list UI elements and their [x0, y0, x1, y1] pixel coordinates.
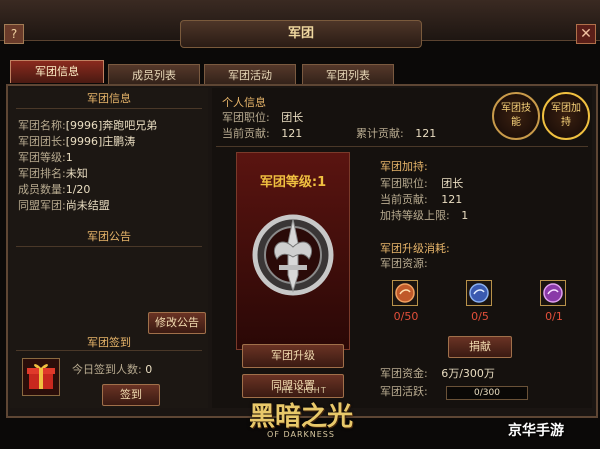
personal-position: 军团职位: 团长	[222, 110, 462, 126]
bless-contribution-value: 121	[441, 193, 463, 206]
orange-rune-icon	[395, 283, 415, 303]
legion-upgrade-button[interactable]: 军团升级	[242, 344, 344, 368]
title-plate: 军团	[180, 20, 422, 48]
bless-position: 军团职位: 团长	[380, 176, 580, 192]
field-label: 军团等级:	[18, 151, 66, 164]
field-label: 军团名称:	[18, 119, 66, 132]
logo-subtitle-top: THE LIGHT	[275, 386, 327, 395]
legion-bless-label: 军团加持	[551, 103, 581, 128]
legion-skill-label: 军团技能	[501, 103, 531, 128]
signin-count: 今日签到人数: 0	[72, 362, 202, 378]
legion-level-text: 军团等级:1	[259, 175, 327, 190]
resource-count-blue: 0/5	[471, 310, 489, 323]
game-logo: THE LIGHT 黑暗之光 OF DARKNESS	[226, 384, 376, 446]
field-value: 1/20	[65, 183, 91, 196]
legion-activity-label: 军团活跃:	[380, 384, 440, 400]
contribution-value: 121	[281, 127, 303, 140]
total-contribution-value: 121	[415, 127, 437, 140]
notice-heading: 军团公告	[87, 230, 131, 243]
resource-label-text: 军团资源:	[380, 257, 428, 270]
resource-slot-orange[interactable]	[392, 280, 418, 306]
contribution-label: 当前贡献:	[222, 127, 270, 140]
left-panel: 军团信息 军团名称:[9996]奔跑吧兄弟 军团团长:[9996]庄鹏涛 军团等…	[10, 88, 208, 408]
blue-rune-icon	[469, 283, 489, 303]
resource-label: 军团资源:	[380, 256, 580, 272]
info-heading: 军团信息	[87, 92, 131, 105]
window-title: 军团	[287, 26, 314, 41]
total-contribution-label: 累计贡献:	[356, 127, 404, 140]
upgrade-heading: 军团升级消耗:	[380, 242, 450, 255]
resource-slot-purple[interactable]	[540, 280, 566, 306]
legion-emblem-icon	[251, 213, 335, 297]
legion-skill-badge[interactable]: 军团技能	[492, 92, 540, 140]
field-value: [9996]奔跑吧兄弟	[65, 119, 158, 132]
resource-slot-blue[interactable]	[466, 280, 492, 306]
bless-position-label: 军团职位:	[380, 177, 428, 190]
bless-cap-label: 加持等级上限:	[380, 209, 450, 222]
field-alliance: 同盟军团:尚未结盟	[18, 198, 204, 214]
bless-cap-value: 1	[461, 209, 469, 222]
activity-progress-bar: 0/300	[446, 386, 528, 400]
activity-progress-text: 0/300	[474, 388, 500, 398]
personal-total-contribution: 累计贡献: 121	[356, 126, 466, 142]
position-value: 团长	[281, 111, 304, 124]
bless-contribution: 当前贡献: 121	[380, 192, 580, 208]
logo-title: 黑暗之光	[248, 402, 353, 432]
resource-count-orange: 0/50	[393, 310, 419, 323]
field-members: 成员数量:1/20	[18, 182, 204, 198]
close-button[interactable]: ✕	[576, 24, 596, 44]
field-value: 尚未结盟	[65, 199, 110, 212]
bless-cap: 加持等级上限: 1	[380, 208, 580, 224]
funds-value: 6万/300万	[441, 367, 495, 380]
personal-heading: 个人信息	[222, 96, 266, 109]
logo-subtitle-bottom: OF DARKNESS	[267, 430, 335, 439]
divider	[16, 350, 202, 351]
signin-button[interactable]: 签到	[102, 384, 160, 406]
field-label: 成员数量:	[18, 183, 66, 196]
edit-notice-button[interactable]: 修改公告	[148, 312, 206, 334]
field-leader: 军团团长:[9996]庄鹏涛	[18, 134, 204, 150]
field-value: 未知	[65, 167, 88, 180]
field-name: 军团名称:[9996]奔跑吧兄弟	[18, 118, 204, 134]
activity-label: 军团活跃:	[380, 385, 428, 398]
tab-legion-info[interactable]: 军团信息	[10, 60, 104, 83]
position-label: 军团职位:	[222, 111, 270, 124]
field-value: [9996]庄鹏涛	[65, 135, 136, 148]
signin-count-label: 今日签到人数:	[72, 363, 142, 376]
field-value: 1	[65, 151, 73, 164]
signin-count-value: 0	[145, 363, 153, 376]
site-watermark: 京华手游	[508, 423, 564, 439]
funds-label: 军团资金:	[380, 367, 428, 380]
legion-funds: 军团资金: 6万/300万	[380, 366, 580, 382]
signin-heading: 军团签到	[87, 336, 131, 349]
donate-button[interactable]: 捐献	[448, 336, 512, 358]
field-level: 军团等级:1	[18, 150, 204, 166]
legion-bless-badge[interactable]: 军团加持	[542, 92, 590, 140]
divider	[16, 108, 202, 109]
resource-count-purple: 0/1	[545, 310, 563, 323]
personal-contribution: 当前贡献: 121	[222, 126, 332, 142]
legion-banner: 军团等级:1	[236, 152, 350, 350]
divider	[216, 146, 588, 147]
help-button[interactable]: ?	[4, 24, 24, 44]
right-panel: 个人信息 军团职位: 团长 当前贡献: 121 累计贡献: 121 军团技能 军…	[212, 88, 592, 408]
field-label: 军团排名:	[18, 167, 66, 180]
purple-rune-icon	[543, 283, 563, 303]
field-label: 军团团长:	[18, 135, 66, 148]
divider	[16, 246, 202, 247]
bless-contribution-label: 当前贡献:	[380, 193, 428, 206]
gift-box-icon	[22, 358, 60, 396]
bless-heading: 军团加持:	[380, 160, 428, 173]
field-rank: 军团排名:未知	[18, 166, 204, 182]
field-label: 同盟军团:	[18, 199, 66, 212]
bless-position-value: 团长	[441, 177, 464, 190]
